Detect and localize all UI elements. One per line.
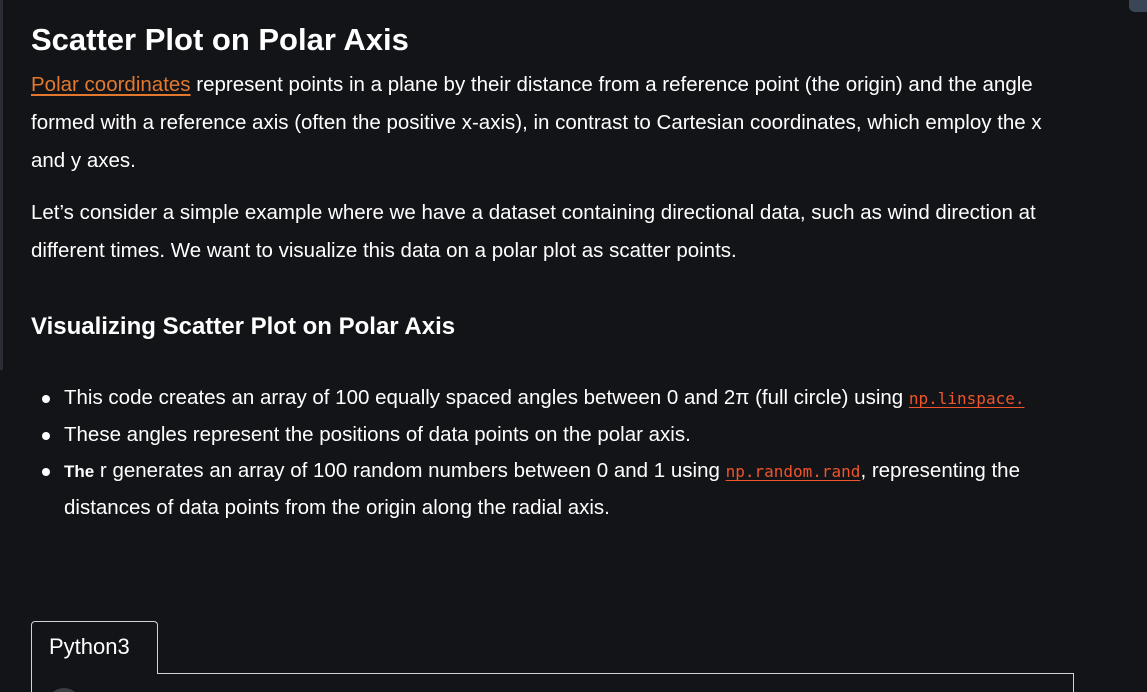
section-heading: Visualizing Scatter Plot on Polar Axis — [31, 313, 456, 340]
example-paragraph: Let’s consider a simple example where we… — [31, 201, 1036, 262]
polar-coordinates-link[interactable]: Polar coordinates — [31, 73, 191, 96]
bullet-text: This code creates an array of 100 equall… — [64, 386, 909, 409]
bullet-strong-text: The — [64, 462, 95, 481]
tab-python3-label: Python3 — [49, 634, 130, 659]
np-linspace-link[interactable]: np.linspace. — [909, 389, 1025, 408]
bullet-icon — [42, 468, 50, 476]
bullet-text: r generates an array of 100 random numbe… — [94, 459, 726, 482]
bullet-text: These angles represent the positions of … — [64, 423, 691, 446]
list-item: The r generates an array of 100 random n… — [42, 453, 1081, 526]
bullet-list: This code creates an array of 100 equall… — [31, 380, 1081, 526]
intro-paragraph: Polar coordinates represent points in a … — [31, 66, 1081, 180]
list-item: These angles represent the positions of … — [42, 417, 1081, 453]
article-content: Scatter Plot on Polar Axis Polar coordin… — [31, 18, 1081, 526]
bullet-icon — [42, 395, 50, 403]
left-border — [0, 0, 3, 370]
run-button[interactable] — [47, 688, 81, 692]
bullet-icon — [42, 432, 50, 440]
tab-python3[interactable]: Python3 — [31, 621, 158, 674]
code-editor[interactable] — [31, 673, 1074, 692]
np-random-rand-link[interactable]: np.random.rand — [726, 462, 861, 481]
scroll-indicator[interactable] — [1129, 0, 1147, 12]
page-title: Scatter Plot on Polar Axis — [31, 22, 409, 57]
list-item: This code creates an array of 100 equall… — [42, 380, 1081, 417]
